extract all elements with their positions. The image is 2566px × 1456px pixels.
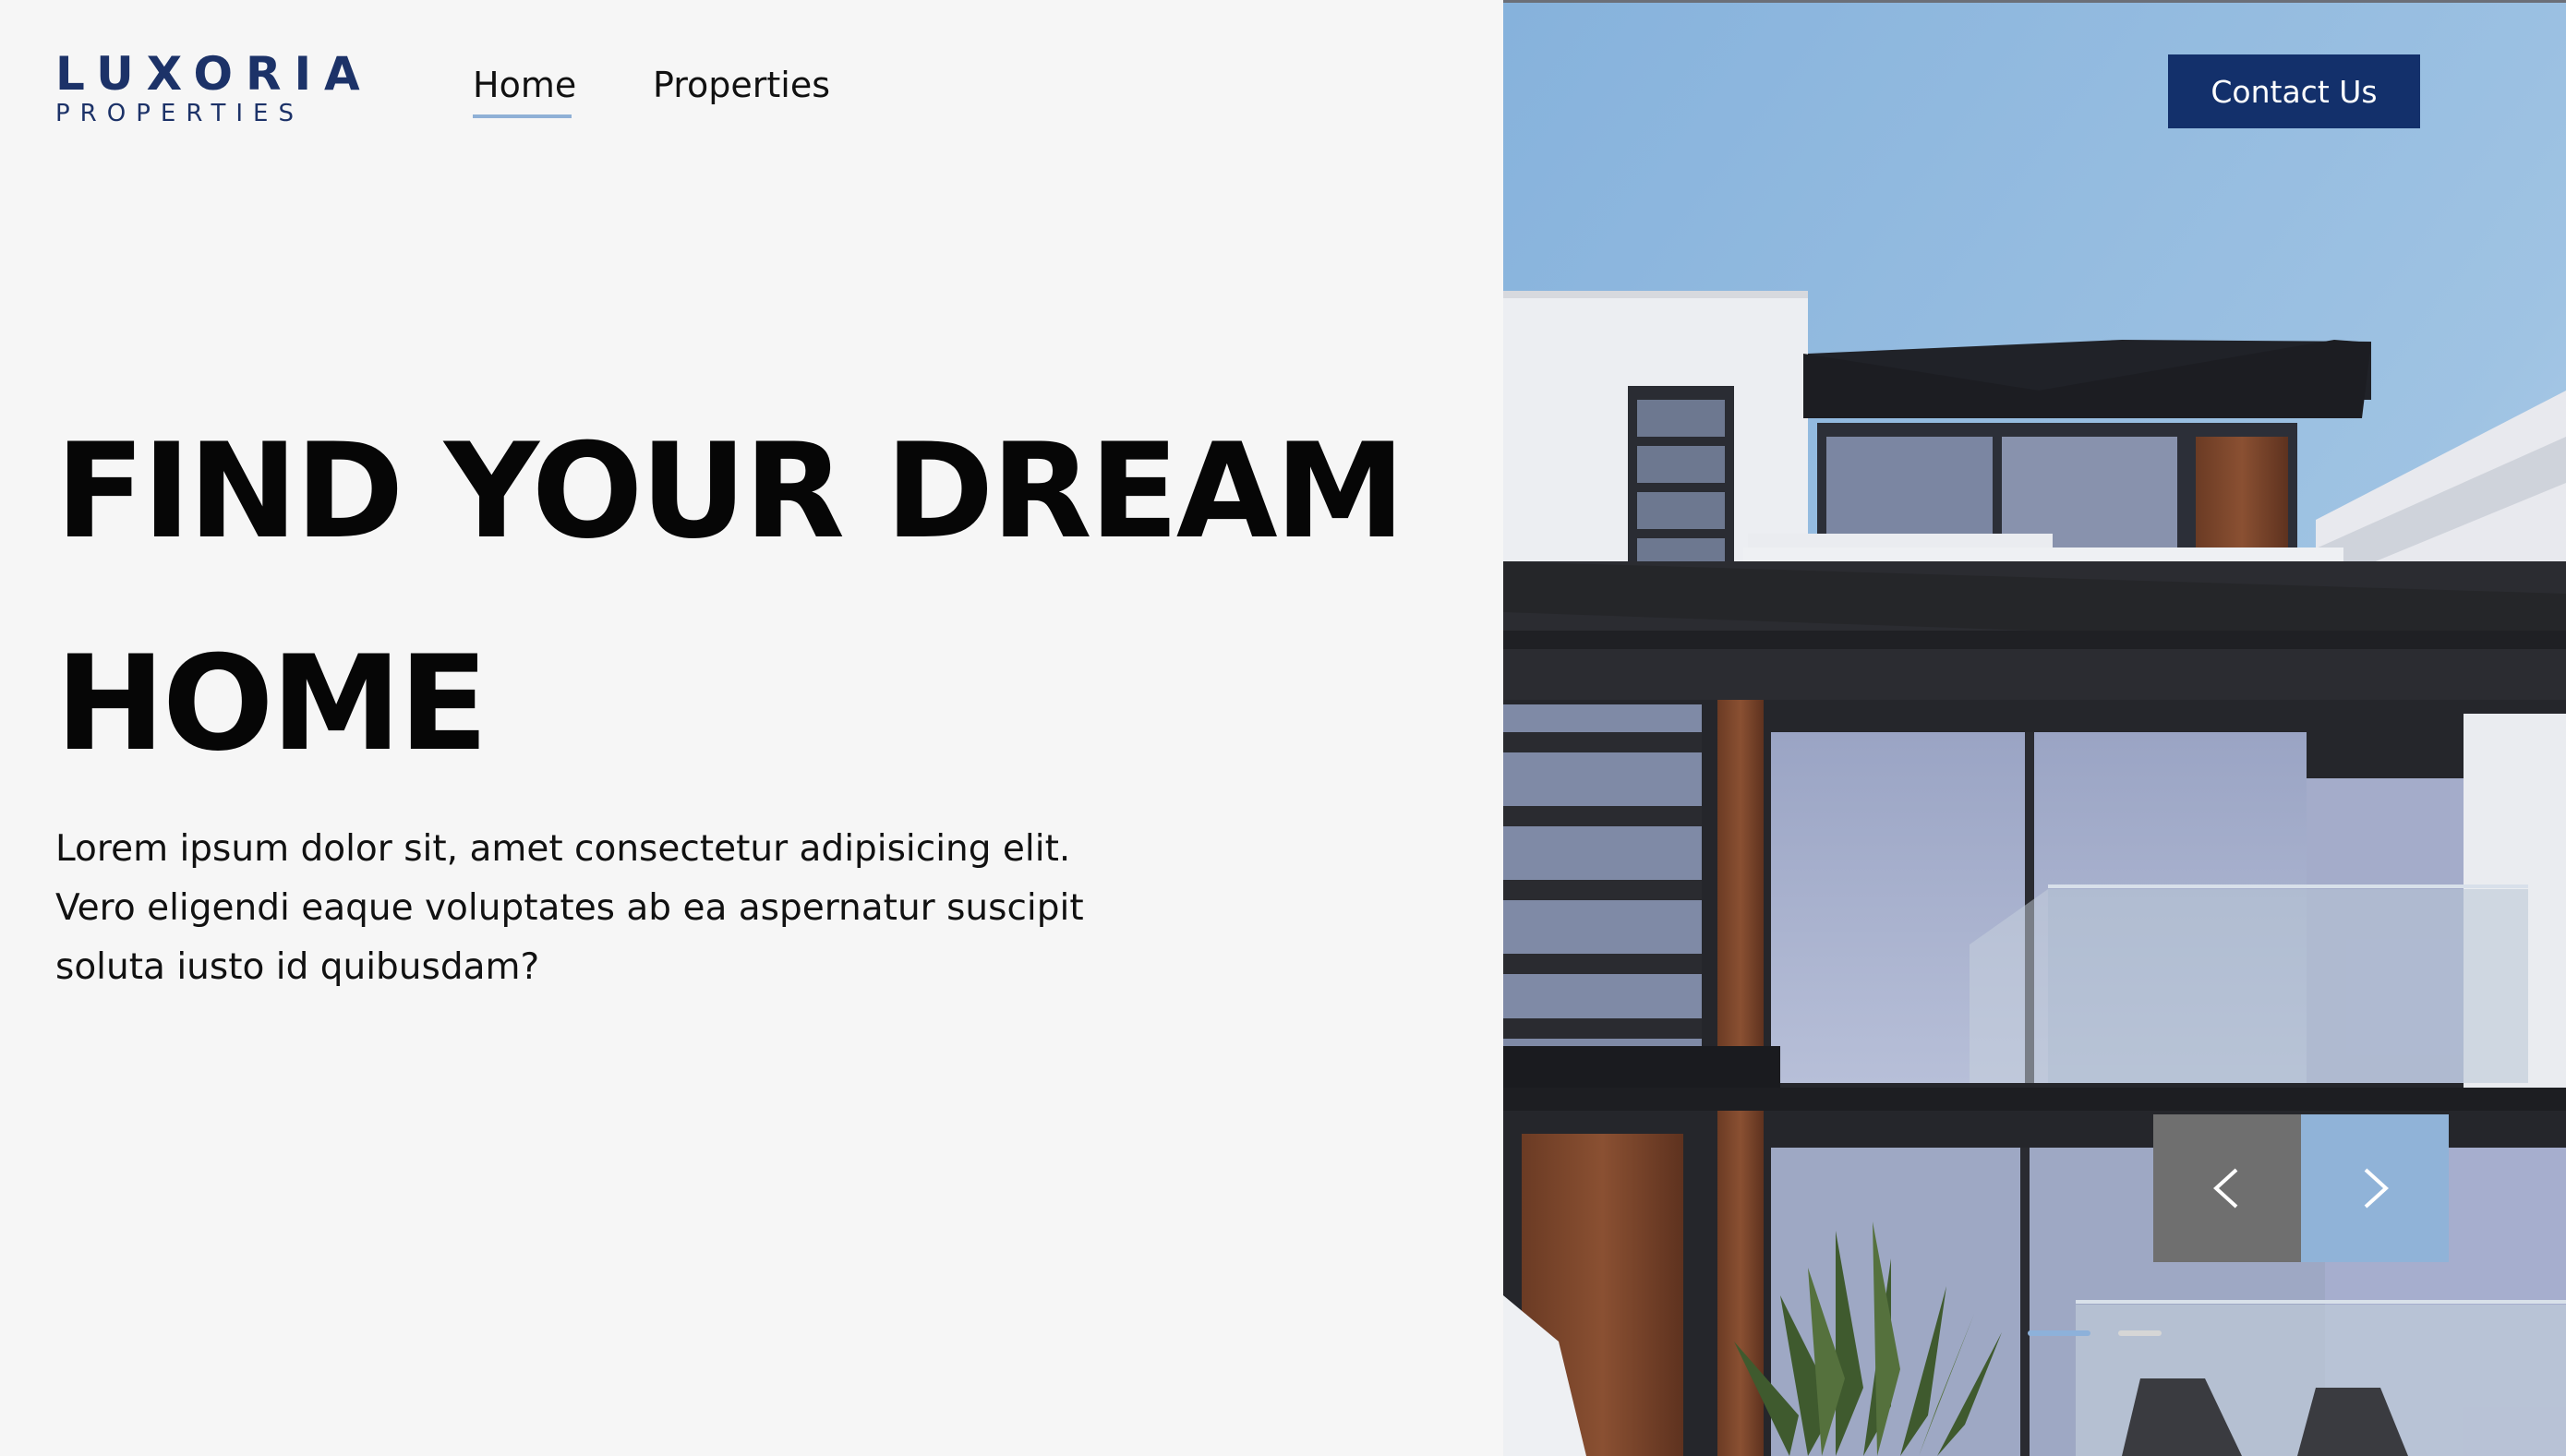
- slide-indicator-1[interactable]: [2028, 1330, 2090, 1336]
- nav-properties-link[interactable]: Properties: [653, 65, 830, 105]
- brand-tagline: PROPERTIES: [55, 100, 304, 127]
- hero-title-line-2: HOME: [55, 628, 488, 780]
- chevron-right-icon: [2364, 1168, 2389, 1209]
- nav-home-label: Home: [473, 65, 577, 105]
- hero-description-line-1: Lorem ipsum dolor sit, amet consectetur …: [55, 828, 1071, 870]
- brand-name: LUXORIA: [55, 47, 373, 101]
- hero-title: FIND YOUR DREAM HOME: [55, 386, 1440, 811]
- hero-title-line-1: FIND YOUR DREAM: [55, 415, 1405, 568]
- hero-description-line-3: soluta iusto id quibusdam?: [55, 946, 540, 988]
- slide-indicator-2[interactable]: [2118, 1330, 2162, 1336]
- chevron-left-icon: [2213, 1168, 2238, 1209]
- hero-description: Lorem ipsum dolor sit, amet consectetur …: [55, 820, 1163, 997]
- brand-logo[interactable]: LUXORIA PROPERTIES: [55, 47, 373, 127]
- contact-us-button[interactable]: Contact Us: [2168, 54, 2420, 128]
- nav-active-underline: [473, 114, 572, 118]
- nav-properties-label: Properties: [653, 65, 831, 105]
- slider-prev-button[interactable]: [2153, 1114, 2301, 1262]
- nav-home-link[interactable]: Home: [473, 65, 577, 118]
- slider-next-button[interactable]: [2301, 1114, 2449, 1262]
- hero-description-line-2: Vero eligendi eaque voluptates ab ea asp…: [55, 887, 1084, 929]
